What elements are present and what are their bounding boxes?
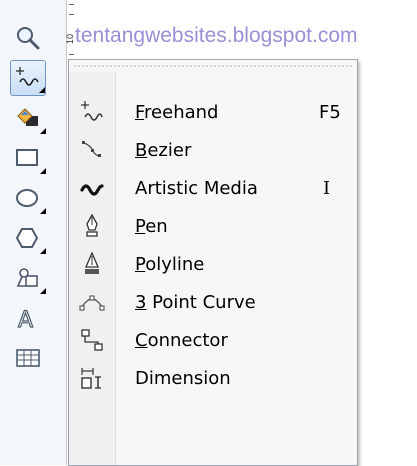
- bezier-icon: [82, 141, 101, 157]
- rectangle-icon: [16, 149, 38, 166]
- zoom-tool-button[interactable]: [10, 20, 46, 56]
- menu-item-label: Artistic Media: [135, 177, 258, 199]
- pen-icon: [86, 213, 98, 237]
- 3-point-curve-icon: [79, 295, 105, 311]
- smart-fill-tool-button[interactable]: [10, 100, 46, 136]
- ruler-tick: [69, 14, 74, 15]
- freehand-icon: [16, 67, 39, 86]
- flyout-triangle: [40, 128, 46, 134]
- flyout-triangle: [39, 87, 45, 93]
- freehand-icon: [81, 101, 103, 121]
- curve-tools-flyout-menu: Freehand F5 Bezier Artistic Media I Pen …: [68, 59, 358, 466]
- zoom-icon: [17, 27, 40, 50]
- svg-text:A: A: [18, 308, 33, 332]
- flyout-triangle: [40, 168, 46, 174]
- menu-item-freehand[interactable]: Freehand F5: [69, 93, 357, 131]
- flyout-triangle: [40, 288, 46, 294]
- menu-item-dimension[interactable]: Dimension: [69, 359, 357, 397]
- polygon-icon: [15, 228, 39, 248]
- flyout-triangle: [40, 208, 46, 214]
- menu-item-artistic-media[interactable]: Artistic Media I: [69, 169, 357, 207]
- flyout-triangle: [40, 248, 46, 254]
- text-tool-button[interactable]: A: [10, 300, 46, 336]
- flyout-grip[interactable]: [73, 64, 353, 68]
- menu-item-3-point-curve[interactable]: 3 Point Curve: [69, 283, 357, 321]
- menu-item-shortcut: I: [323, 177, 331, 199]
- basic-shapes-tool-button[interactable]: [10, 260, 46, 296]
- table-icon: [16, 349, 40, 367]
- basic-shapes-icon: [16, 268, 38, 287]
- toolbox: A: [0, 0, 70, 465]
- ruler-label: 10: [65, 33, 76, 45]
- curve-tool-button[interactable]: [10, 60, 46, 96]
- text-icon: A: [17, 307, 33, 332]
- rectangle-tool-button[interactable]: [10, 140, 46, 176]
- menu-item-polyline[interactable]: Polyline: [69, 245, 357, 283]
- connector-icon: [81, 329, 103, 351]
- artistic-media-icon: [80, 184, 104, 196]
- polygon-tool-button[interactable]: [10, 220, 46, 256]
- watermark-text: tentangwebsites.blogspot.com: [75, 24, 358, 47]
- menu-item-label: Polyline: [135, 253, 205, 275]
- menu-item-shortcut: F5: [319, 101, 341, 123]
- table-tool-button[interactable]: [10, 340, 46, 376]
- menu-item-label: 3 Point Curve: [135, 291, 256, 313]
- polyline-icon: [85, 251, 99, 274]
- ellipse-tool-button[interactable]: [10, 180, 46, 216]
- menu-item-pen[interactable]: Pen: [69, 207, 357, 245]
- ruler-tick: [69, 54, 74, 55]
- menu-item-label: Connector: [135, 329, 228, 351]
- menu-item-label: Bezier: [135, 139, 192, 161]
- ellipse-icon: [16, 189, 38, 207]
- dimension-icon: [81, 368, 101, 389]
- ruler-tick: [69, 4, 74, 5]
- menu-item-label: Pen: [135, 215, 168, 237]
- smart-fill-icon: [17, 108, 38, 126]
- menu-item-connector[interactable]: Connector: [69, 321, 357, 359]
- menu-item-bezier[interactable]: Bezier: [69, 131, 357, 169]
- menu-item-label: Dimension: [135, 367, 231, 389]
- menu-item-label: Freehand: [135, 101, 219, 123]
